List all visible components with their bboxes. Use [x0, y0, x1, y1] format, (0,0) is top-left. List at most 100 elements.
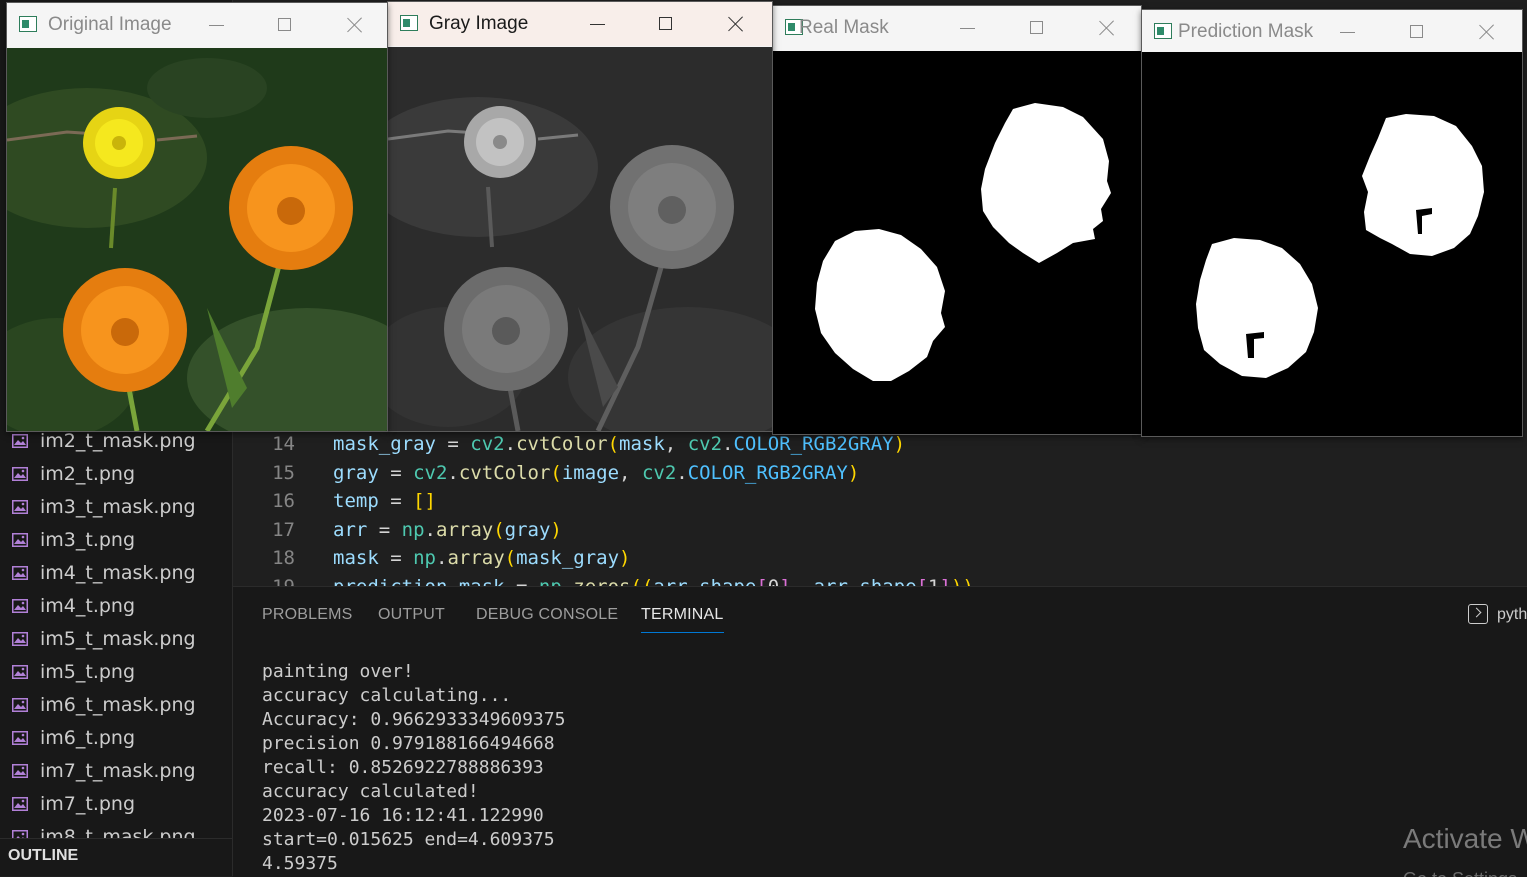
- tab-output[interactable]: OUTPUT: [378, 606, 445, 624]
- maximize-icon[interactable]: [271, 11, 299, 39]
- code-text: gray = cv2.cvtColor(image, cv2.COLOR_RGB…: [333, 459, 859, 487]
- image-file-icon: [12, 499, 28, 514]
- code-token: zeros: [573, 576, 630, 586]
- code-token: np: [539, 576, 562, 586]
- code-line[interactable]: 15 gray = cv2.cvtColor(image, cv2.COLOR_R…: [233, 459, 1527, 487]
- code-token: ]: [779, 576, 790, 586]
- maximize-icon[interactable]: [1023, 14, 1051, 42]
- code-token: =: [378, 547, 414, 570]
- code-token: [: [756, 576, 767, 586]
- code-token: shape: [699, 576, 756, 586]
- code-token: cvtColor: [458, 461, 551, 484]
- code-token: arr: [333, 518, 368, 541]
- line-number: 19: [233, 573, 295, 586]
- code-token: shape: [859, 576, 916, 586]
- window-title: Gray Image: [429, 13, 529, 34]
- close-icon[interactable]: [1473, 18, 1501, 46]
- code-token: arr: [653, 576, 687, 586]
- code-token: cv2: [413, 461, 448, 484]
- code-token: gray: [504, 518, 551, 541]
- file-item[interactable]: im5_t.png: [8, 655, 232, 688]
- code-token: (: [607, 433, 620, 455]
- window-titlebar[interactable]: Original Image: [7, 3, 387, 47]
- window-titlebar[interactable]: Real Mask: [773, 6, 1141, 50]
- real-mask-image: [773, 51, 1141, 434]
- code-token: ,: [791, 576, 814, 586]
- orange-flower-left: [63, 268, 187, 392]
- real-mask-window[interactable]: Real Mask: [772, 5, 1142, 435]
- image-file-icon: [12, 697, 28, 712]
- file-item[interactable]: im6_t_mask.png: [8, 688, 232, 721]
- code-text: mask = np.array(mask_gray): [333, 544, 631, 572]
- minimize-icon[interactable]: [953, 14, 981, 42]
- close-icon[interactable]: [722, 10, 750, 38]
- code-token: np: [413, 547, 436, 570]
- file-item[interactable]: im3_t_mask.png: [8, 490, 232, 523]
- opencv-window-icon: [19, 16, 37, 32]
- window-title: Original Image: [48, 14, 172, 35]
- file-name: im5_t.png: [40, 660, 136, 683]
- code-token: mask: [619, 433, 665, 455]
- code-line[interactable]: 16 temp = []: [233, 487, 1527, 515]
- activate-windows-watermark: Activate W: [1403, 823, 1527, 854]
- image-file-icon: [12, 532, 28, 547]
- file-item[interactable]: im4_t.png: [8, 589, 232, 622]
- code-token: =: [435, 433, 471, 455]
- terminal-line: precision 0.979188166494668: [262, 733, 555, 754]
- tab-problems[interactable]: PROBLEMS: [262, 606, 353, 624]
- code-token: ): [847, 461, 860, 484]
- code-line[interactable]: 19prediction_mask = np.zeros((arr.shape[…: [233, 573, 1527, 586]
- window-titlebar[interactable]: Gray Image: [388, 2, 772, 46]
- code-token: cv2: [687, 433, 723, 455]
- minimize-icon[interactable]: [583, 10, 611, 38]
- terminal-icon[interactable]: [1468, 604, 1488, 624]
- file-item[interactable]: im7_t_mask.png: [8, 754, 232, 787]
- window-titlebar[interactable]: Prediction Mask: [1142, 10, 1522, 54]
- code-token: gray: [333, 461, 379, 484]
- gray-flower-left: [444, 267, 568, 391]
- terminal-line: recall: 0.8526922788886393: [262, 757, 544, 778]
- code-token: mask_gray: [333, 433, 436, 455]
- opencv-window-icon: [1154, 23, 1172, 39]
- close-icon[interactable]: [1093, 14, 1121, 42]
- code-token: prediction_mask: [333, 576, 505, 586]
- file-name: im5_t_mask.png: [40, 627, 196, 650]
- maximize-icon[interactable]: [652, 10, 680, 38]
- file-item[interactable]: im2_t.png: [8, 457, 232, 490]
- image-file-icon: [12, 796, 28, 811]
- prediction-mask-window[interactable]: Prediction Mask: [1141, 9, 1523, 437]
- file-item[interactable]: im3_t.png: [8, 523, 232, 556]
- outline-label: OUTLINE: [8, 847, 79, 864]
- code-token: [: [917, 576, 928, 586]
- gray-image-window[interactable]: Gray Image: [387, 1, 773, 432]
- maximize-icon[interactable]: [1403, 18, 1431, 46]
- code-line[interactable]: 17 arr = np.array(gray): [233, 516, 1527, 544]
- file-item[interactable]: im4_t_mask.png: [8, 556, 232, 589]
- file-item[interactable]: im6_t.png: [8, 721, 232, 754]
- code-token: ): [550, 518, 562, 541]
- terminal-name[interactable]: pyth: [1497, 606, 1527, 624]
- terminal-line: 2023-07-16 16:12:41.122990: [262, 805, 544, 826]
- file-item[interactable]: im7_t.png: [8, 787, 232, 820]
- close-icon[interactable]: [341, 11, 369, 39]
- file-name: im3_t_mask.png: [40, 495, 196, 518]
- image-file-icon: [12, 466, 28, 481]
- tab-terminal[interactable]: TERMINAL: [641, 606, 724, 633]
- code-line[interactable]: 18 mask = np.array(mask_gray): [233, 544, 1527, 572]
- file-name: im2_t.png: [40, 462, 136, 485]
- code-token: =: [378, 490, 414, 513]
- code-text: temp = []: [333, 487, 436, 515]
- tab-debug-console[interactable]: DEBUG CONSOLE: [476, 606, 618, 624]
- code-token: cvtColor: [516, 433, 608, 455]
- minimize-icon[interactable]: [1333, 18, 1361, 46]
- code-token: image: [561, 461, 620, 484]
- code-token: .: [676, 461, 688, 484]
- code-token: .: [424, 518, 436, 541]
- file-item[interactable]: im5_t_mask.png: [8, 622, 232, 655]
- code-token: mask: [333, 547, 379, 570]
- outline-section-header[interactable]: OUTLINE: [0, 838, 232, 876]
- original-image-window[interactable]: Original Image: [6, 2, 388, 432]
- line-number: 15: [272, 461, 295, 484]
- image-file-icon: [12, 631, 28, 646]
- minimize-icon[interactable]: [202, 11, 230, 39]
